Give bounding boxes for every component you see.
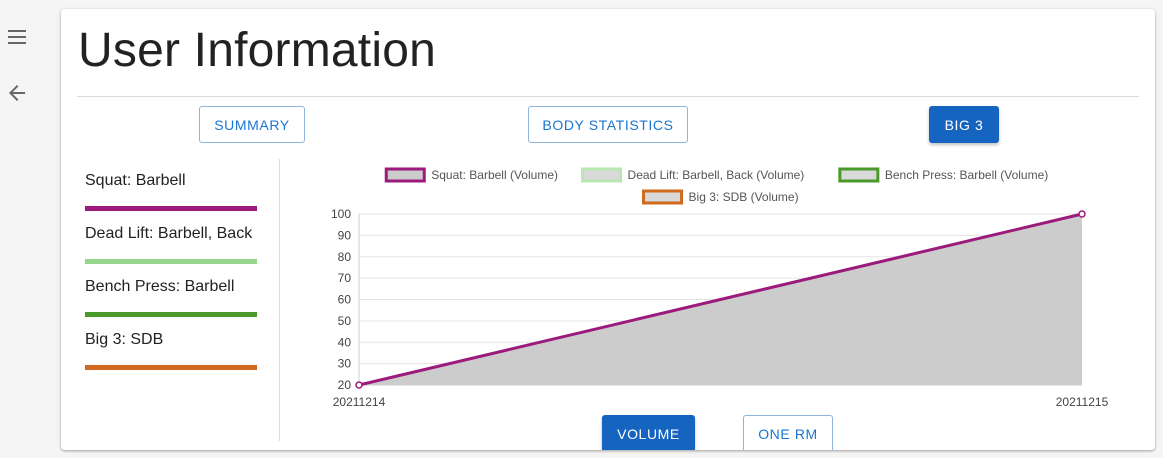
y-tick-label: 30: [338, 357, 352, 371]
column-separator: [279, 159, 280, 441]
data-point: [355, 381, 363, 389]
one-rm-toggle-button[interactable]: ONE RM: [743, 415, 833, 450]
title-divider: [77, 96, 1139, 97]
nav-rail: [0, 0, 36, 458]
y-tick-label: 40: [338, 335, 352, 349]
exercise-label: Squat: Barbell: [85, 172, 186, 189]
exercise-color-bar: [85, 259, 257, 264]
page-title: User Information: [78, 24, 436, 77]
chart-legend: Squat: Barbell (Volume) Dead Lift: Barbel…: [384, 167, 1048, 205]
y-tick-label: 50: [338, 314, 352, 328]
exercise-item-bench-press: Bench Press: Barbell: [85, 265, 257, 318]
legend-entry: Bench Press: Barbell (Volume): [838, 167, 1048, 183]
legend-label: Bench Press: Barbell (Volume): [885, 168, 1048, 182]
data-point: [1078, 210, 1086, 218]
x-tick-label: 20211214: [333, 395, 386, 409]
exercise-color-bar: [85, 365, 257, 370]
y-tick-label: 90: [338, 228, 352, 242]
hamburger-menu-icon-glyph: [8, 30, 26, 44]
tab-big-3[interactable]: BIG 3: [929, 106, 999, 143]
y-tick-label: 20: [338, 378, 352, 392]
volume-toggle-button[interactable]: VOLUME: [602, 415, 695, 450]
arrow-left-icon[interactable]: [6, 82, 28, 104]
exercise-color-bar: [85, 206, 257, 211]
legend-label: Dead Lift: Barbell, Back (Volume): [628, 168, 805, 182]
tab-summary[interactable]: SUMMARY: [199, 106, 305, 143]
legend-label: Big 3: SDB (Volume): [689, 190, 799, 204]
legend-swatch: [642, 189, 684, 205]
y-tick-label: 70: [338, 271, 352, 285]
y-tick-label: 100: [331, 207, 351, 221]
hamburger-menu-icon[interactable]: [6, 26, 28, 48]
legend-entry: Dead Lift: Barbell, Back (Volume): [581, 167, 805, 183]
legend-entry: Squat: Barbell (Volume): [384, 167, 558, 183]
exercise-color-bar: [85, 312, 257, 317]
exercise-label: Bench Press: Barbell: [85, 278, 235, 295]
volume-chart: Squat: Barbell (Volume) Dead Lift: Barbel…: [331, 167, 1109, 409]
y-tick-label: 80: [338, 250, 352, 264]
x-tick-label: 20211215: [1056, 395, 1109, 409]
legend-label: Squat: Barbell (Volume): [431, 168, 558, 182]
user-info-card: User Information SUMMARY BODY STATISTICS…: [61, 9, 1155, 450]
arrow-left-icon-glyph: [9, 85, 25, 101]
legend-swatch: [384, 167, 426, 183]
exercise-label: Dead Lift: Barbell, Back: [85, 225, 253, 242]
legend-entry: Big 3: SDB (Volume): [642, 189, 799, 205]
exercise-item-squat: Squat: Barbell: [85, 159, 257, 212]
y-tick-label: 60: [338, 293, 352, 307]
exercise-item-big-3: Big 3: SDB: [85, 318, 257, 371]
tab-body-statistics[interactable]: BODY STATISTICS: [528, 106, 688, 143]
legend-swatch: [838, 167, 880, 183]
exercise-item-dead-lift: Dead Lift: Barbell, Back: [85, 212, 257, 265]
exercise-legend: Squat: Barbell Dead Lift: Barbell, Back …: [85, 159, 257, 371]
exercise-label: Big 3: SDB: [85, 331, 164, 348]
legend-swatch: [581, 167, 623, 183]
